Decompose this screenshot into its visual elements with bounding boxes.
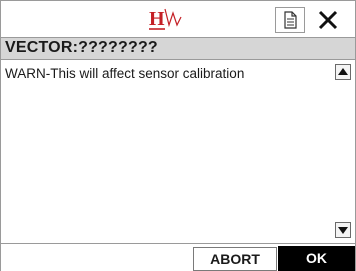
scroll-up-button[interactable] [335,64,351,80]
svg-text:H: H [149,8,165,30]
dialog-title-bar: VECTOR:???????? [1,38,355,60]
scroll-down-arrow-icon [336,223,350,237]
scroll-up-arrow-icon [336,65,350,79]
document-icon [276,11,304,36]
message-area: WARN-This will affect sensor calibration [1,60,355,243]
dialog-title: VECTOR:???????? [5,39,158,56]
vertical-scrollbar[interactable] [335,64,351,239]
close-button[interactable] [313,6,343,34]
warning-message: WARN-This will affect sensor calibration [5,66,245,81]
ok-button[interactable]: OK [278,246,355,271]
close-x-icon [313,10,343,38]
abort-button[interactable]: ABORT [193,247,277,271]
document-button[interactable] [275,7,305,33]
warning-dialog: H VECTOR:???????? WARN-This will affect … [0,0,356,271]
dialog-header: H [1,1,355,38]
hw-logo-icon: H [147,7,213,35]
button-bar: ABORT OK [1,243,355,271]
scroll-down-button[interactable] [335,222,351,238]
